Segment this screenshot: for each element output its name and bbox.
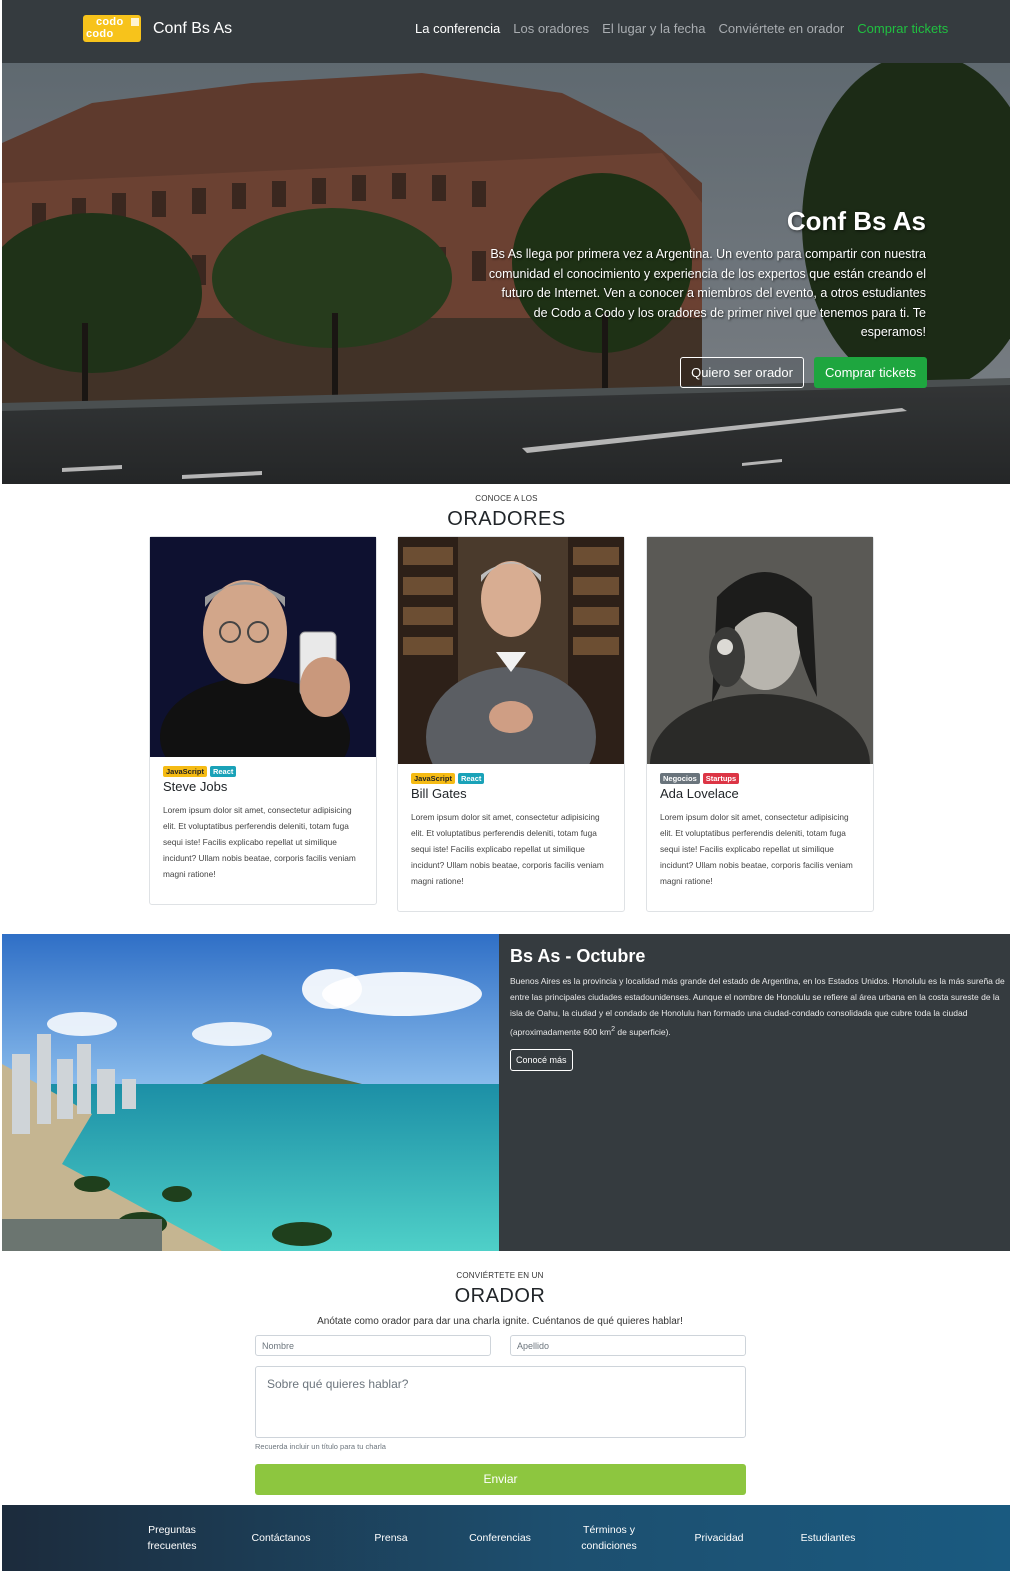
location-description: Buenos Aires es la provincia y localidad… — [510, 976, 1005, 1037]
location-title: Bs As - Octubre — [510, 946, 646, 966]
learn-more-button[interactable]: Conocé más — [510, 1048, 573, 1071]
navbar: codo codo Conf Bs As La conferencia Los … — [2, 0, 1010, 63]
speaker-name: Steve Jobs — [163, 779, 228, 794]
footer-link-prensa[interactable]: Prensa — [351, 1530, 431, 1546]
hero-banner: Conf Bs As Bs As llega por primera vez a… — [2, 63, 1010, 484]
speaker-photo — [647, 537, 873, 764]
footer: Preguntas frecuentes Contáctanos Prensa … — [2, 1505, 1010, 1571]
brand-name: Conf Bs As — [153, 19, 233, 37]
form-help-text: Recuerda incluir un título para tu charl… — [255, 1442, 386, 1451]
speaker-bio: Lorem ipsum dolor sit amet, consectetur … — [660, 812, 853, 886]
speaker-badges: JavaScript React — [163, 766, 363, 777]
footer-link-terminos[interactable]: Términos y condiciones — [569, 1522, 649, 1554]
speaker-badges: JavaScript React — [411, 773, 611, 784]
buy-tickets-button[interactable]: Comprar tickets — [813, 357, 927, 388]
speaker-card: Negocios Startups Ada Lovelace Lorem ips… — [646, 536, 874, 912]
form-title: ORADOR — [454, 1285, 546, 1307]
speakers-kicker: CONOCE A LOS — [475, 494, 538, 503]
submit-button[interactable]: Enviar — [255, 1464, 746, 1495]
first-name-input[interactable]: Nombre — [255, 1335, 491, 1356]
form-kicker: CONVIÉRTETE EN UN — [456, 1271, 544, 1280]
badge-negocios: Negocios — [660, 773, 700, 784]
nav-link-conferencia[interactable]: La conferencia — [415, 21, 500, 36]
nav-link-oradores[interactable]: Los oradores — [513, 21, 589, 36]
brand[interactable]: codo codo Conf Bs As — [83, 15, 232, 42]
speaker-name: Ada Lovelace — [660, 786, 739, 801]
speaker-bio: Lorem ipsum dolor sit amet, consectetur … — [163, 805, 356, 879]
speaker-photo — [150, 537, 376, 757]
hero-description: Bs As llega por primera vez a Argentina.… — [488, 247, 926, 339]
badge-javascript: JavaScript — [411, 773, 455, 784]
speaker-card: JavaScript React Bill Gates Lorem ipsum … — [397, 536, 625, 912]
speakers-title: ORADORES — [447, 508, 566, 530]
become-speaker-button[interactable]: Quiero ser orador — [680, 357, 804, 388]
hero-buttons: Quiero ser orador Comprar tickets — [680, 357, 927, 388]
last-name-input[interactable]: Apellido — [510, 1335, 746, 1356]
codo-a-codo-logo: codo codo — [83, 15, 141, 42]
badge-react: React — [209, 766, 237, 777]
footer-link-contacto[interactable]: Contáctanos — [241, 1530, 321, 1546]
badge-javascript: JavaScript — [163, 766, 207, 777]
hero-content: Conf Bs As Bs As llega por primera vez a… — [486, 206, 926, 343]
location-section: Bs As - Octubre Buenos Aires es la provi… — [2, 934, 1010, 1251]
topic-textarea[interactable]: Sobre qué quieres hablar? — [255, 1366, 746, 1438]
speaker-card: JavaScript React Steve Jobs Lorem ipsum … — [149, 536, 377, 905]
form-subtitle: Anótate como orador para dar una charla … — [317, 1316, 683, 1327]
speaker-photo — [398, 537, 624, 764]
hero-title: Conf Bs As — [786, 206, 926, 236]
nav-link-lugar-fecha[interactable]: El lugar y la fecha — [602, 21, 705, 36]
speaker-bio: Lorem ipsum dolor sit amet, consectetur … — [411, 812, 604, 886]
badge-react: React — [457, 773, 485, 784]
nav-link-convertite-orador[interactable]: Conviértete en orador — [719, 21, 845, 36]
location-photo — [2, 934, 499, 1251]
speaker-badges: Negocios Startups — [660, 773, 860, 784]
badge-startups: Startups — [702, 773, 740, 784]
nav-links: La conferencia Los oradores El lugar y l… — [415, 21, 948, 36]
footer-link-conferencias[interactable]: Conferencias — [460, 1530, 540, 1546]
speaker-name: Bill Gates — [411, 786, 467, 801]
footer-link-privacidad[interactable]: Privacidad — [679, 1530, 759, 1546]
nav-link-comprar-tickets[interactable]: Comprar tickets — [857, 21, 948, 36]
footer-link-faq[interactable]: Preguntas frecuentes — [132, 1522, 212, 1554]
location-content: Bs As - Octubre Buenos Aires es la provi… — [510, 946, 1005, 1071]
footer-link-estudiantes[interactable]: Estudiantes — [788, 1530, 868, 1546]
